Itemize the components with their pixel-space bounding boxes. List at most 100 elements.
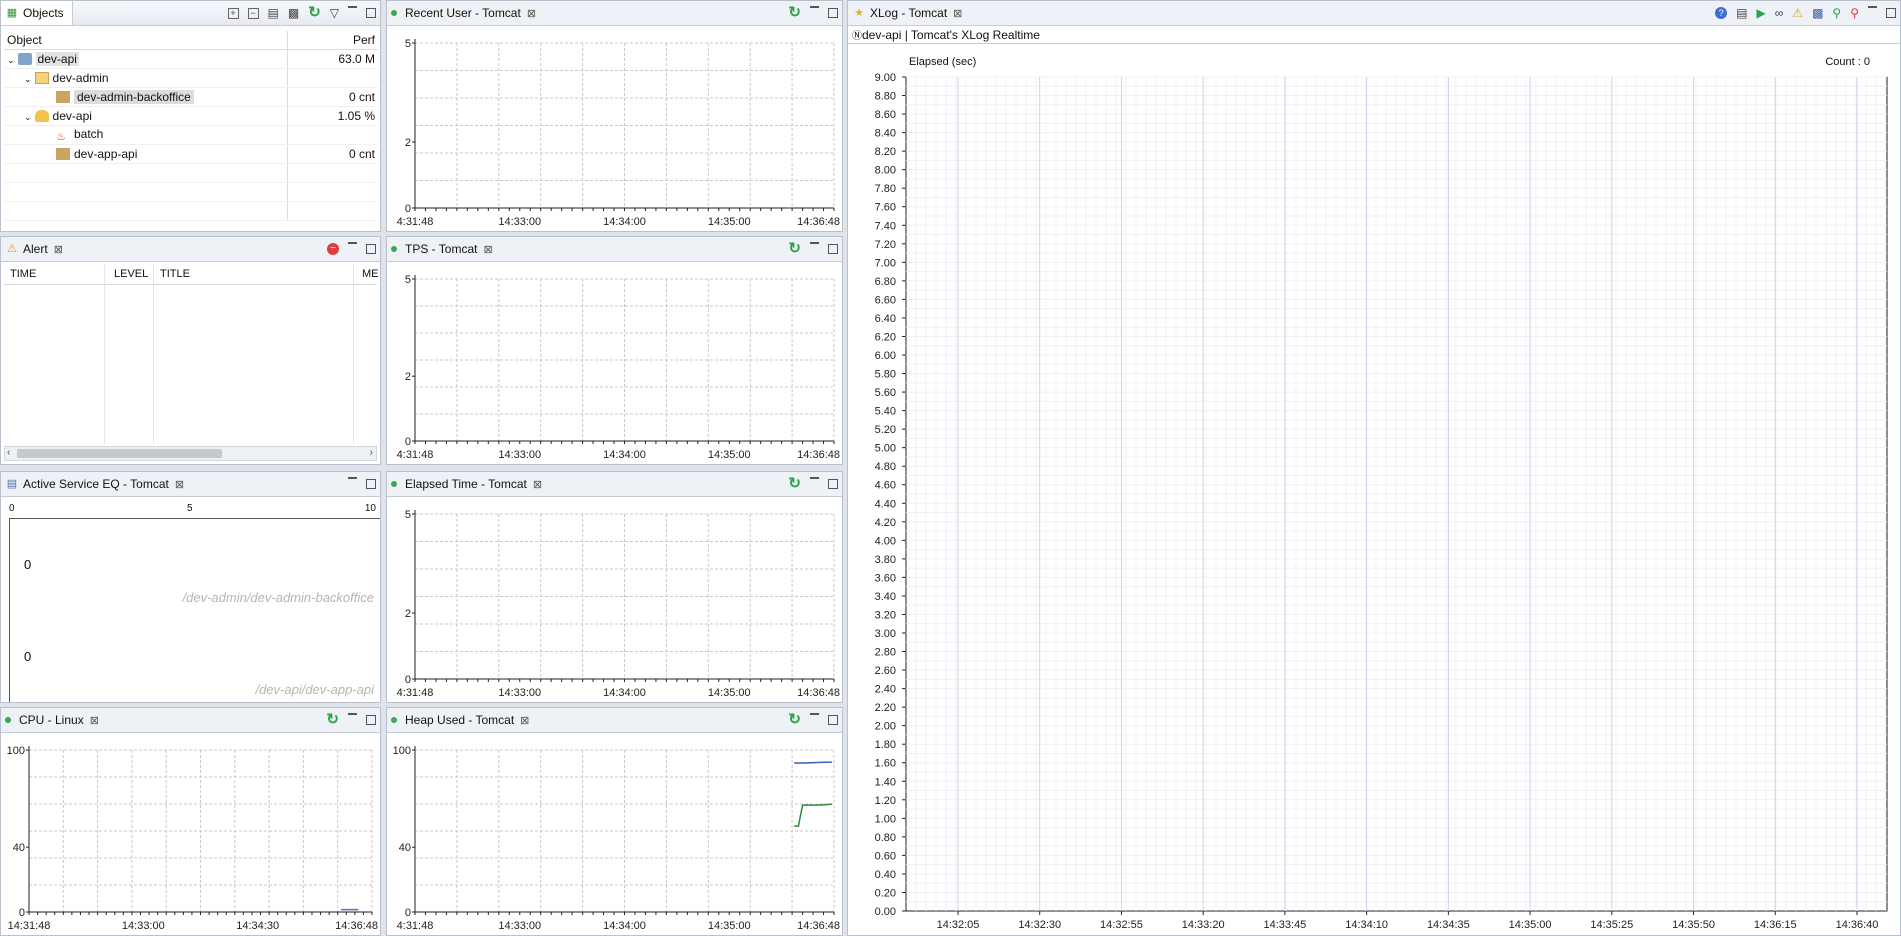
clear-icon[interactable]: − bbox=[327, 243, 339, 255]
maximize-icon[interactable] bbox=[366, 244, 376, 254]
maximize-icon[interactable] bbox=[366, 8, 376, 18]
collapse-all-icon[interactable]: − bbox=[247, 7, 259, 19]
chevron-down-icon[interactable]: ⌄ bbox=[7, 55, 15, 65]
help-icon[interactable]: ? bbox=[1715, 7, 1728, 19]
y-tick-label: 5.20 bbox=[875, 424, 896, 436]
scrollbar-thumb[interactable] bbox=[17, 449, 222, 458]
horizontal-scrollbar[interactable]: ‹ › bbox=[4, 446, 377, 461]
y-tick-label: 7.20 bbox=[875, 239, 896, 251]
objects-tab[interactable]: ▦ Objects bbox=[1, 1, 73, 25]
filter-icon[interactable]: ▩ bbox=[288, 7, 299, 19]
refresh-icon[interactable]: ↻ bbox=[788, 712, 801, 727]
minimize-icon[interactable] bbox=[810, 5, 819, 17]
level-column-header[interactable]: LEVEL bbox=[114, 268, 148, 280]
x-tick-label: 4:31:48 bbox=[397, 687, 434, 699]
elapsed-tab[interactable]: Elapsed Time - Tomcat ⊠ bbox=[387, 472, 550, 496]
y-tick-label: 0 bbox=[405, 674, 411, 686]
minimize-icon[interactable] bbox=[810, 241, 819, 253]
scroll-left-icon[interactable]: ‹ bbox=[7, 447, 10, 458]
heap-tab-label: Heap Used - Tomcat bbox=[405, 713, 515, 727]
minimize-icon[interactable] bbox=[348, 241, 357, 253]
time-column-header[interactable]: TIME bbox=[10, 268, 36, 280]
cpu-tab[interactable]: CPU - Linux ⊠ bbox=[1, 708, 107, 732]
y-tick-label: 0.00 bbox=[875, 906, 896, 918]
server-icon[interactable]: ▤ bbox=[268, 7, 279, 19]
zoom-out-icon[interactable]: ⚲ bbox=[1850, 7, 1859, 19]
alert-tab[interactable]: ⚠ Alert ⊠ bbox=[1, 237, 71, 261]
close-icon[interactable]: ⊠ bbox=[520, 714, 529, 727]
tree-row[interactable]: ♨ batch bbox=[4, 125, 378, 145]
x-tick-label: 14:34:00 bbox=[603, 687, 646, 699]
maximize-icon[interactable] bbox=[828, 479, 838, 489]
close-icon[interactable]: ⊠ bbox=[533, 478, 542, 491]
chevron-down-icon[interactable]: ⌄ bbox=[24, 74, 32, 84]
heap-chart: 0 40 100 4:31:48 14:33:00 14:34:00 14:35:00 14:… bbox=[393, 745, 840, 932]
maximize-icon[interactable] bbox=[366, 479, 376, 489]
xlog-count: Count : 0 bbox=[1825, 56, 1870, 68]
x-tick-label: 14:32:30 bbox=[1018, 919, 1061, 931]
y-tick-label: 3.80 bbox=[875, 554, 896, 566]
linux-icon bbox=[34, 110, 49, 122]
copy-icon[interactable]: ▩ bbox=[1812, 7, 1823, 19]
tps-tab[interactable]: TPS - Tomcat ⊠ bbox=[387, 237, 501, 261]
tree-row[interactable]: ⌄ dev-api 1.05 % bbox=[4, 106, 378, 126]
warning-filter-icon[interactable]: ⚠ bbox=[1792, 7, 1803, 19]
minimize-icon[interactable] bbox=[810, 476, 819, 488]
tomcat-icon bbox=[56, 148, 70, 160]
refresh-icon[interactable]: ↻ bbox=[308, 5, 321, 20]
close-icon[interactable]: ⊠ bbox=[483, 243, 492, 256]
objects-panel: ▦ Objects + − ▤ ▩ ↻ ▽ Object Perf ⌄ dev-a… bbox=[0, 0, 381, 232]
close-icon[interactable]: ⊠ bbox=[953, 7, 962, 20]
x-tick-label: 14:35:00 bbox=[708, 449, 751, 461]
aseq-tab[interactable]: ▤ Active Service EQ - Tomcat ⊠ bbox=[1, 472, 192, 496]
y-tick-label: 1.20 bbox=[875, 795, 896, 807]
heap-tab[interactable]: Heap Used - Tomcat ⊠ bbox=[387, 708, 537, 732]
link-icon[interactable]: ∞ bbox=[1775, 7, 1784, 19]
maximize-icon[interactable] bbox=[828, 8, 838, 18]
refresh-icon[interactable]: ↻ bbox=[326, 712, 339, 727]
tps-panel: TPS - Tomcat ⊠ ↻ 0 2 5 4:31:48 14:33:00 14:34… bbox=[386, 236, 843, 465]
refresh-icon[interactable]: ↻ bbox=[788, 476, 801, 491]
minimize-icon[interactable] bbox=[348, 5, 357, 17]
minimize-icon[interactable] bbox=[348, 712, 357, 724]
title-column-header[interactable]: TITLE bbox=[160, 268, 190, 280]
maximize-icon[interactable] bbox=[366, 715, 376, 725]
tree-row[interactable]: ⌄ dev-admin bbox=[4, 68, 378, 88]
view-menu-icon[interactable]: ▽ bbox=[330, 7, 339, 19]
close-icon[interactable]: ⊠ bbox=[54, 243, 63, 256]
minimize-icon[interactable] bbox=[1868, 5, 1877, 17]
minimize-icon[interactable] bbox=[810, 712, 819, 724]
xlog-tab[interactable]: ★ XLog - Tomcat ⊠ bbox=[848, 1, 970, 25]
refresh-icon[interactable]: ↻ bbox=[788, 5, 801, 20]
export-icon[interactable]: ▶ bbox=[1757, 7, 1766, 19]
minimize-icon[interactable] bbox=[348, 476, 357, 488]
close-icon[interactable]: ⊠ bbox=[90, 714, 99, 727]
xlog-subtitle: dev-api | Tomcat's XLog Realtime bbox=[862, 28, 1040, 42]
message-column-header[interactable]: ME bbox=[362, 268, 379, 280]
close-icon[interactable]: ⊠ bbox=[527, 7, 536, 20]
y-tick-label: 5 bbox=[405, 274, 411, 286]
expand-all-icon[interactable]: + bbox=[227, 7, 239, 19]
y-tick-label: 7.60 bbox=[875, 202, 896, 214]
refresh-icon[interactable]: ↻ bbox=[788, 241, 801, 256]
maximize-icon[interactable] bbox=[828, 715, 838, 725]
close-icon[interactable]: ⊠ bbox=[175, 478, 184, 491]
scroll-right-icon[interactable]: › bbox=[370, 447, 373, 458]
list-icon[interactable]: ▤ bbox=[1736, 7, 1747, 19]
tree-row[interactable]: ⌄ dev-api 63.0 M bbox=[4, 49, 378, 69]
empty-row bbox=[4, 182, 378, 202]
object-column-header[interactable]: Object bbox=[4, 31, 288, 50]
perf-column-header[interactable]: Perf bbox=[287, 31, 378, 50]
chevron-down-icon[interactable]: ⌄ bbox=[24, 112, 32, 122]
bar-chart-icon: ▤ bbox=[6, 478, 18, 490]
tree-row[interactable]: dev-admin-backoffice 0 cnt bbox=[4, 87, 378, 107]
tree-row[interactable]: dev-app-api 0 cnt bbox=[4, 144, 378, 164]
x-tick-label: 14:35:00 bbox=[708, 687, 751, 699]
maximize-icon[interactable] bbox=[1886, 8, 1896, 18]
xlog-chart[interactable]: 0.00 0.20 0.40 0.60 0.80 1.00 1.20 1.40 1.60 1.80… bbox=[848, 69, 1900, 935]
maximize-icon[interactable] bbox=[828, 244, 838, 254]
recent-user-tab[interactable]: Recent User - Tomcat ⊠ bbox=[387, 1, 544, 25]
zoom-in-icon[interactable]: ⚲ bbox=[1832, 7, 1841, 19]
y-tick-label: 5.40 bbox=[875, 406, 896, 418]
y-tick-label: 1.40 bbox=[875, 776, 896, 788]
